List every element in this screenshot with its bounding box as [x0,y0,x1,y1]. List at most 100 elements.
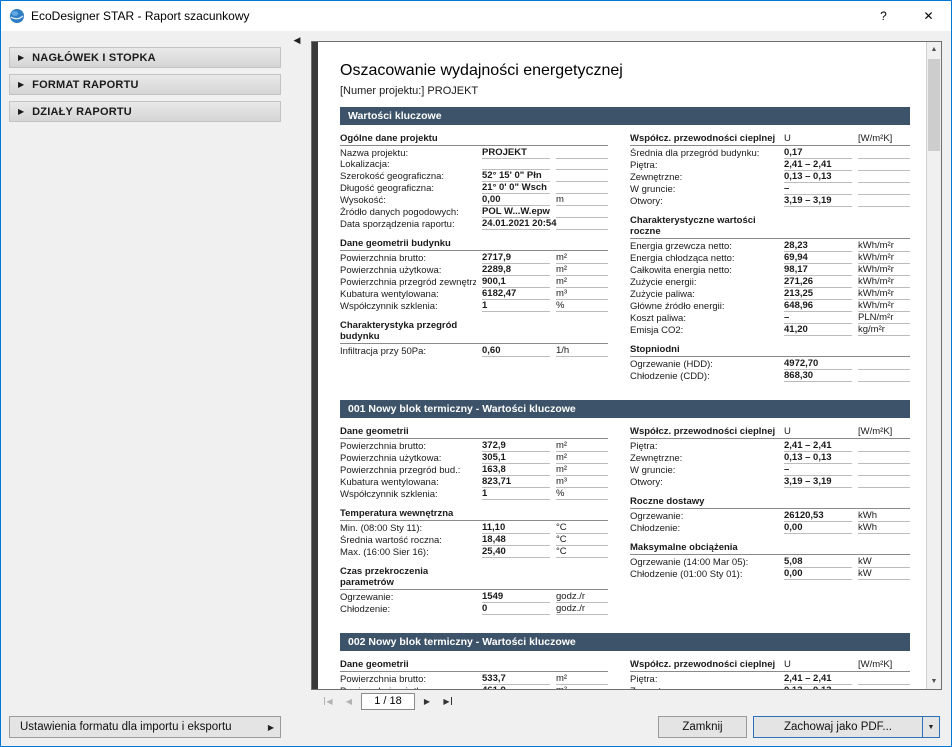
report-row-unit: °C [556,546,608,558]
report-row: Powierzchnia przegród zewnętrznych: 900,1… [340,276,608,288]
report-row-label: Lokalizacja: [340,159,390,170]
report-row-label: Kubatura wentylowana: [340,289,439,300]
scrollbar-thumb[interactable] [928,59,940,151]
report-group-title: Charakterystyka przegród budynku [340,320,458,342]
report-row-value: 0,13 – 0,13 [784,171,852,183]
report-row-unit: °C [556,522,608,534]
report-row: Chłodzenie (01:00 Sty 01): 0,00 kW [630,568,910,580]
report-row-unit: m² [556,452,608,464]
report-row-value: – [784,464,852,476]
report-column-left: Dane geometrii Powierzchnia brutto: 372,9 m… [340,426,608,623]
scroll-up-icon[interactable]: ▲ [927,42,941,57]
report-row-unit [556,217,608,218]
sidebar-section-report-parts[interactable]: ▶ DZIAŁY RAPORTU [9,101,281,122]
report-row-value: 52° 15' 0" Płn [482,170,550,182]
report-row-value: 0,17 [784,147,852,159]
report-row: Zużycie paliwa: 213,25 kWh/m²r [630,288,910,300]
report-row: Współczynnik szklenia: 1% [340,488,608,500]
report-row-label: Powierzchnia przegród bud.: [340,465,461,476]
report-row-unit: % [556,300,608,312]
report-row-label: Szerokość geograficzna: [340,171,445,182]
scroll-down-icon[interactable]: ▼ [927,674,941,689]
report-row-value: 1549 [482,591,550,603]
report-row-label: Nazwa projektu: [340,148,409,159]
report-row-unit: godz./r [556,603,608,615]
dropdown-arrow-icon: ▼ [927,723,935,731]
report-group-header: Maksymalne obciążenia [630,542,910,555]
next-page-button[interactable]: ▶ [418,693,436,709]
report-row-value: 2717,9 [482,252,550,264]
report-group: Dane geometrii Powierzchnia brutto: 372,9 m… [340,426,608,500]
report-row-unit: m² [556,440,608,452]
report-title: Oszacowanie wydajności energetycznej [340,62,623,79]
chevron-right-icon: ▶ [18,79,25,89]
report-row-value: 213,25 [784,288,852,300]
report-row-unit: m² [556,264,608,276]
report-row-value: 6182,47 [482,288,550,300]
previous-page-button[interactable]: ◀ [340,693,358,709]
report-row-value: 0,13 – 0,13 [784,685,852,689]
last-page-button[interactable]: ▶ [439,693,457,709]
report-row-unit: m² [556,252,608,264]
report-row-value: POL W...W.epw [482,206,550,218]
report-row-value: 69,94 [784,252,852,264]
first-page-button[interactable]: ◀ [319,693,337,709]
report-group-title: Dane geometrii [340,659,409,670]
page-number-field[interactable]: 1 / 18 [361,692,415,710]
report-row-label: Emisja CO2: [630,325,684,336]
close-button[interactable]: ✕ [906,1,951,31]
last-page-icon: ▶ [443,696,450,706]
report-row-unit: 1/h [556,345,608,357]
sidebar-section-report-format[interactable]: ▶ FORMAT RAPORTU [9,74,281,95]
report-group-header: Charakterystyczne wartości roczne [630,215,910,239]
pdf-dropdown-button[interactable]: ▼ [922,716,940,738]
report-row: Koszt paliwa: – PLN/m²r [630,312,910,324]
report-row-label: Powierzchnia brutto: [340,674,427,685]
report-row: Otwory: 3,19 – 3,19 [630,195,910,207]
report-row-value: 461,9 [482,685,550,689]
report-group: Dane geometrii Powierzchnia brutto: 533,7 m… [340,659,608,689]
report-row: Powierzchnia brutto: 372,9 m² [340,440,608,452]
report-row-value: PROJEKT [482,147,550,159]
report-row-label: Max. (16:00 Sier 16): [340,547,429,558]
save-as-pdf-button[interactable]: Zachowaj jako PDF... [753,716,923,738]
report-row-unit: kg/m²r [858,324,910,336]
dialog-window: EcoDesigner STAR - Raport szacunkowy ? ✕… [0,0,952,747]
sidebar: ▶ NAGŁÓWEK I STOPKA ▶ FORMAT RAPORTU ▶ D… [9,47,281,122]
report-column-left: Dane geometrii Powierzchnia brutto: 533,7 m… [340,659,608,689]
report-row-label: Ogrzewanie: [340,592,394,603]
format-settings-button[interactable]: Ustawienia formatu dla importu i eksport… [9,716,281,738]
report-group-unit-head: [W/m²K] [858,659,893,670]
report-group-value-head: U [784,133,791,144]
help-button[interactable]: ? [861,1,906,31]
report-row: Ogrzewanie: 1549 godz./r [340,591,608,603]
report-row-label: Chłodzenie: [340,604,391,615]
report-group-title: Ogólne dane projektu [340,133,438,144]
report-group-title: Charakterystyczne wartości roczne [630,215,756,237]
report-row-label: Infiltracja przy 50Pa: [340,346,427,357]
report-row-unit: kWh/m²r [858,300,910,312]
report-group: Roczne dostawy Ogrzewanie: 26120,53 kWh Chło… [630,496,910,534]
close-dialog-button[interactable]: Zamknij [658,716,747,738]
report-column-left: Ogólne dane projektu Nazwa projektu: PROJE… [340,133,608,390]
report-group-unit-head: [W/m²K] [858,133,893,144]
report-row: Powierzchnia użytkowa: 2289,8 m² [340,264,608,276]
collapse-panel-arrow-icon[interactable]: ◀ [290,33,304,47]
report-group-value-head: U [784,426,791,437]
report-row-unit: PLN/m²r [858,312,910,324]
report-group-title: Dane geometrii budynku [340,238,451,249]
report-row: Data sporządzenia raportu: 24.01.2021 20:… [340,218,608,230]
vertical-scrollbar[interactable]: ▲ ▼ [926,42,941,689]
report-body: Wartości kluczowe Ogólne dane projektu Naz… [340,107,910,689]
report-row: Ogrzewanie: 26120,53 kWh [630,510,910,522]
report-row-value: 3,19 – 3,19 [784,195,852,207]
report-row-unit [858,194,910,195]
report-row-value: 0 [482,603,550,615]
report-row-unit [858,158,910,159]
report-row-unit: m [556,194,608,206]
report-row-value: 868,30 [784,370,852,382]
report-row: Chłodzenie (CDD): 868,30 [630,370,910,382]
sidebar-section-header-footer[interactable]: ▶ NAGŁÓWEK I STOPKA [9,47,281,68]
report-row-value: 24.01.2021 20:54 [482,218,557,230]
report-row-label: Wysokość: [340,195,386,206]
